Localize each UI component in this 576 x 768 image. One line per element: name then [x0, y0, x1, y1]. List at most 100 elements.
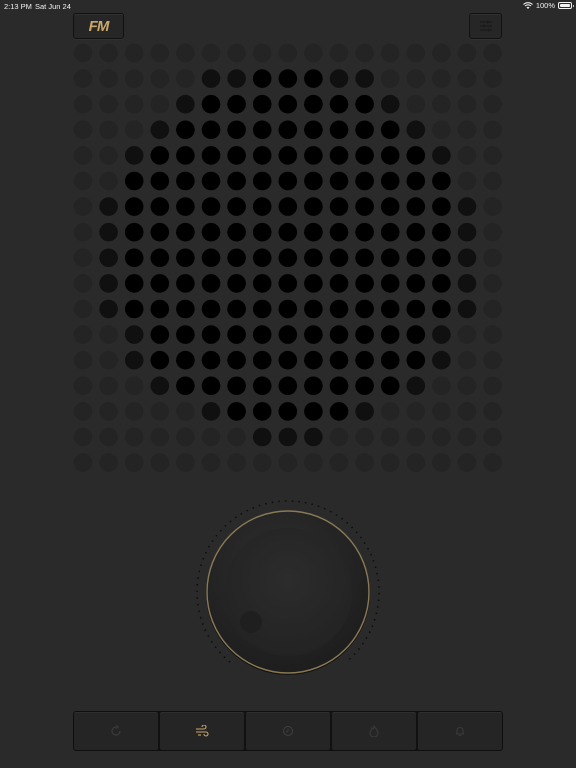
grille-hole: [304, 94, 323, 114]
knob-tick: [351, 526, 354, 529]
grille-hole: [432, 453, 451, 472]
grille-hole: [73, 274, 93, 293]
wind-button[interactable]: [160, 712, 244, 750]
volume-knob[interactable]: [192, 496, 384, 688]
grille-hole: [201, 350, 221, 370]
grille-hole: [457, 43, 477, 63]
grille-hole: [201, 197, 221, 216]
knob-tick: [198, 570, 201, 573]
grille-hole: [329, 197, 349, 216]
knob-tick: [214, 646, 217, 649]
knob-tick: [211, 540, 214, 543]
grille-hole: [380, 222, 400, 242]
grille-hole: [252, 274, 272, 293]
grille-hole: [304, 453, 323, 472]
grille-hole: [432, 427, 451, 447]
grille-hole: [304, 299, 323, 319]
knob-tick: [229, 520, 232, 523]
knob-tick: [224, 524, 227, 527]
logo-text: FM: [88, 17, 110, 35]
grille-hole: [150, 274, 170, 293]
grille-hole: [176, 197, 195, 216]
grille-hole: [278, 402, 298, 421]
grille-hole: [355, 453, 374, 472]
knob-tick: [335, 514, 338, 516]
grille-hole: [329, 376, 349, 396]
knob-tick: [353, 653, 356, 655]
grille-hole: [355, 299, 374, 319]
grille-hole: [355, 376, 374, 396]
knob-tick: [323, 507, 326, 510]
grille-hole: [483, 222, 502, 242]
grille-hole: [380, 171, 400, 191]
grille-hole: [304, 248, 323, 268]
grille-hole: [457, 350, 477, 370]
knob-tick: [204, 629, 207, 632]
grille-hole: [124, 350, 144, 370]
knob-tick: [348, 657, 351, 660]
grille-hole: [252, 222, 272, 242]
knob-tick: [377, 599, 380, 602]
grille-hole: [432, 120, 451, 140]
grille-hole: [201, 171, 221, 191]
grille-hole: [406, 171, 426, 191]
grille-hole: [124, 69, 144, 88]
knob-dial[interactable]: [192, 496, 384, 688]
logo-button[interactable]: FM: [73, 13, 124, 39]
grille-hole: [124, 146, 144, 165]
grille-hole: [99, 453, 118, 472]
grille-hole: [124, 427, 144, 447]
grille-hole: [99, 146, 118, 165]
grille-hole: [73, 248, 93, 268]
grille-hole: [380, 274, 400, 293]
grille-hole: [150, 197, 170, 216]
grille-hole: [176, 94, 195, 114]
grille-hole: [73, 350, 93, 370]
knob-tick: [196, 603, 199, 606]
refresh-button[interactable]: [74, 712, 158, 750]
bell-button[interactable]: [418, 712, 502, 750]
grille-hole: [304, 69, 323, 88]
grille-hole: [380, 453, 400, 472]
grille-hole: [124, 43, 144, 63]
knob-tick: [219, 651, 221, 654]
grille-hole: [380, 299, 400, 319]
grille-hole: [201, 453, 221, 472]
grille-hole: [355, 274, 374, 293]
grille-hole: [355, 325, 374, 344]
grille-hole: [73, 94, 93, 114]
wifi-icon: [522, 1, 533, 9]
grille-hole: [227, 376, 246, 396]
knob-tick: [376, 572, 379, 575]
grille-hole: [304, 427, 323, 447]
grille-hole: [252, 171, 272, 191]
grille-hole: [73, 325, 93, 344]
grille-hole: [432, 350, 451, 370]
grille-hole: [380, 325, 400, 344]
status-date: Sat Jun 24: [35, 2, 71, 11]
knob-tick: [199, 616, 202, 619]
grille-hole: [124, 453, 144, 472]
grille-hole: [329, 350, 349, 370]
grille-hole: [227, 69, 246, 88]
grille-hole: [227, 94, 246, 114]
timer-button[interactable]: [246, 712, 330, 750]
grille-hole: [329, 94, 349, 114]
grille-hole: [406, 350, 426, 370]
grille-hole: [227, 146, 246, 165]
knob-tick: [265, 502, 267, 505]
knob-tick: [196, 590, 198, 593]
bell-icon: [456, 727, 464, 737]
settings-menu-button[interactable]: [469, 13, 502, 39]
flame-button[interactable]: [332, 712, 416, 750]
grille-hole: [150, 376, 170, 396]
knob-tick: [358, 648, 360, 650]
grille-hole: [406, 402, 426, 421]
knob-tick: [298, 500, 300, 503]
grille-hole: [99, 402, 118, 421]
grille-hole: [252, 197, 272, 216]
grille-hole: [329, 248, 349, 268]
grille-hole: [252, 453, 272, 472]
grille-hole: [406, 274, 426, 293]
knob-tick: [304, 501, 307, 504]
